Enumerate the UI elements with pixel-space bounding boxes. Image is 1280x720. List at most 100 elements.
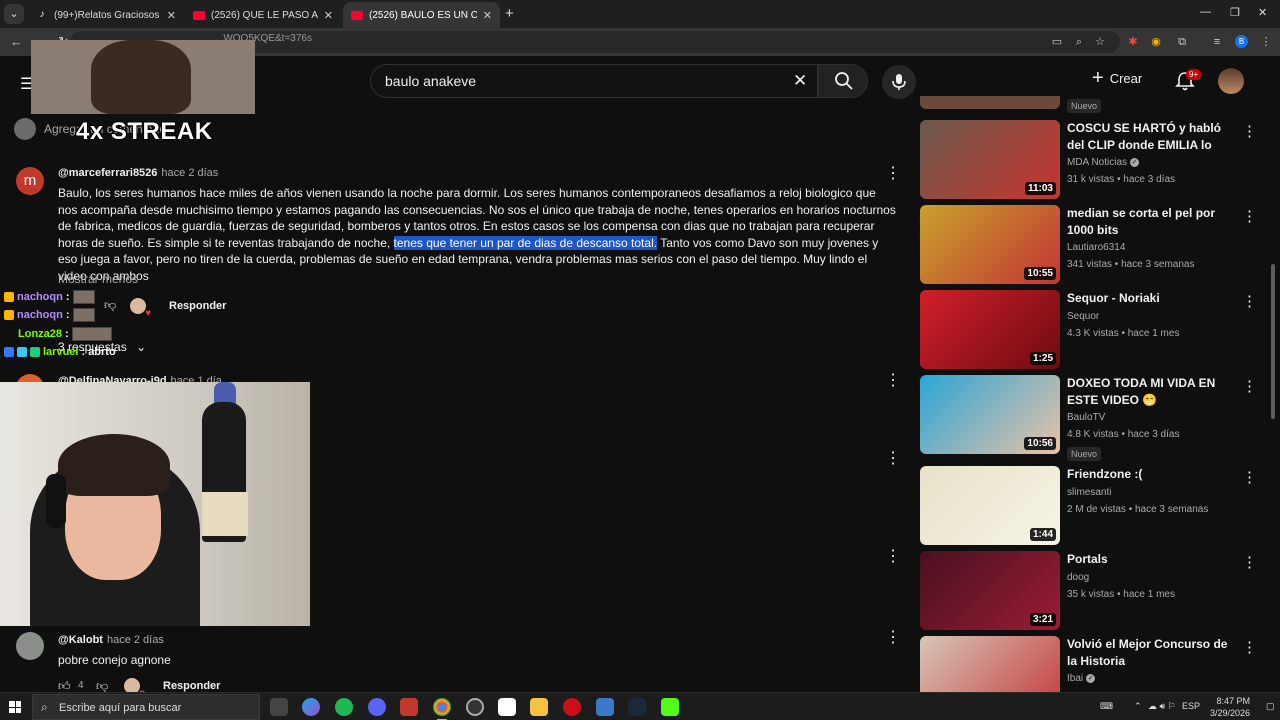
- tray-chevron-icon[interactable]: ⌃: [1134, 701, 1142, 712]
- comment-more-icon[interactable]: ⋮: [885, 166, 901, 184]
- channel-name[interactable]: Sequor: [1067, 311, 1099, 322]
- taskbar-clock[interactable]: 8:47 PM 3/29/2026: [1200, 695, 1250, 719]
- clear-search-icon[interactable]: ✕: [793, 71, 807, 91]
- chrome-icon[interactable]: [433, 698, 451, 720]
- copilot-icon[interactable]: [302, 698, 320, 716]
- close-tab-icon[interactable]: ✕: [483, 9, 492, 22]
- video-more-icon[interactable]: ⋮: [1242, 207, 1257, 225]
- keyboard-icon[interactable]: ⌨: [1100, 701, 1113, 712]
- create-button[interactable]: + Crear: [1092, 68, 1142, 88]
- like-icon[interactable]: 👍︎: [58, 679, 71, 692]
- file-explorer-icon[interactable]: [530, 698, 548, 716]
- recommended-video[interactable]: 1:44 Friendzone :(slimesanti 2 M de vistas…: [920, 466, 1265, 551]
- channel-name-row[interactable]: MDA Noticias ✓: [1067, 157, 1140, 168]
- video-title[interactable]: Portals: [1067, 551, 1237, 568]
- video-more-icon[interactable]: ⋮: [1242, 122, 1257, 140]
- cast-icon[interactable]: ▭: [1051, 36, 1063, 48]
- kick-icon[interactable]: [661, 698, 679, 716]
- recommended-video[interactable]: Volvió el Mejor Concurso de la Historia I…: [920, 636, 1265, 696]
- video-title[interactable]: Friendzone :(: [1067, 466, 1237, 483]
- reply-button[interactable]: Responder: [163, 680, 220, 692]
- video-more-icon[interactable]: ⋮: [1242, 468, 1257, 486]
- channel-name-row[interactable]: Ibai ✓: [1067, 673, 1096, 684]
- windows-start-icon[interactable]: [9, 701, 21, 713]
- channel-name[interactable]: BauloTV: [1067, 412, 1105, 423]
- search-input[interactable]: baulo anakeve: [385, 73, 476, 89]
- video-thumbnail[interactable]: 3:21: [920, 551, 1060, 630]
- recommended-video[interactable]: 1:25 Sequor - Noriaki Sequor 4.3 K vistas •…: [920, 290, 1265, 375]
- comment-time[interactable]: hace 2 días: [107, 634, 164, 646]
- close-tab-icon[interactable]: ✕: [167, 9, 176, 22]
- video-more-icon[interactable]: ⋮: [1242, 553, 1257, 571]
- video-thumbnail[interactable]: 1:44: [920, 466, 1060, 545]
- video-thumbnail[interactable]: [920, 636, 1060, 696]
- channel-name[interactable]: Ibai: [1067, 673, 1083, 684]
- close-tab-icon[interactable]: ✕: [324, 9, 333, 22]
- recommended-video[interactable]: 10:55 median se corta el pel por 1000 bit…: [920, 205, 1265, 290]
- back-arrow-icon[interactable]: ←: [10, 34, 23, 49]
- video-thumbnail[interactable]: [920, 96, 1060, 109]
- voice-search-button[interactable]: [882, 65, 916, 99]
- capcut-icon[interactable]: [498, 698, 516, 716]
- channel-name[interactable]: MDA Noticias: [1067, 157, 1127, 168]
- search-button[interactable]: [818, 64, 868, 98]
- language-indicator[interactable]: ESP: [1182, 701, 1200, 711]
- channel-name-row[interactable]: Lautiaro6314: [1067, 242, 1125, 253]
- comment-more-icon[interactable]: ⋮: [885, 373, 901, 391]
- minimize-icon[interactable]: —: [1200, 6, 1211, 18]
- search-box[interactable]: baulo anakeve ✕: [370, 64, 818, 98]
- app-icon[interactable]: [596, 698, 614, 716]
- commenter-avatar[interactable]: [16, 632, 44, 660]
- dislike-icon[interactable]: 👎︎: [96, 679, 108, 692]
- comment-more-icon[interactable]: ⋮: [885, 549, 901, 567]
- channel-name-row[interactable]: slimesanti: [1067, 487, 1111, 498]
- zoom-icon[interactable]: ⌕: [1073, 36, 1085, 48]
- video-thumbnail[interactable]: 10:56: [920, 375, 1060, 454]
- video-title[interactable]: DOXEO TODA MI VIDA EN ESTE VIDEO 😁: [1067, 375, 1237, 408]
- recommended-video[interactable]: 10:56 DOXEO TODA MI VIDA EN ESTE VIDEO 😁 B…: [920, 375, 1265, 461]
- steam-icon[interactable]: [628, 698, 646, 716]
- video-title[interactable]: Sequor - Noriaki: [1067, 290, 1237, 307]
- video-more-icon[interactable]: ⋮: [1242, 377, 1257, 395]
- video-thumbnail[interactable]: 10:55: [920, 205, 1060, 284]
- voice-app-icon[interactable]: [400, 698, 418, 716]
- spotify-icon[interactable]: [335, 698, 353, 716]
- comment-more-icon[interactable]: ⋮: [885, 630, 901, 648]
- restore-icon[interactable]: ❐: [1230, 6, 1240, 19]
- new-tab-button[interactable]: +: [505, 5, 514, 22]
- channel-name-row[interactable]: BauloTV: [1067, 412, 1105, 423]
- channel-name-row[interactable]: doog: [1067, 572, 1089, 583]
- notification-center-icon[interactable]: ▢: [1266, 701, 1275, 712]
- account-avatar[interactable]: [1218, 68, 1244, 94]
- tab-search-menu-button[interactable]: ⌄: [4, 4, 24, 24]
- extension-icon[interactable]: ◉: [1150, 36, 1162, 48]
- recommended-video[interactable]: 11:03 COSCU SE HARTÓ y habló del CLIP don…: [920, 120, 1265, 205]
- show-less-button[interactable]: Mostrar menos: [58, 272, 138, 286]
- taskbar-search[interactable]: ⌕ Escribe aquí para buscar: [32, 694, 260, 720]
- bookmark-star-icon[interactable]: ☆: [1094, 36, 1106, 48]
- comment-author[interactable]: @marceferrari8526 hace 2 días: [58, 167, 218, 179]
- profile-avatar-icon[interactable]: B: [1235, 35, 1248, 48]
- video-title[interactable]: Volvió el Mejor Concurso de la Historia: [1067, 636, 1237, 669]
- comment-time[interactable]: hace 2 días: [161, 167, 218, 179]
- opera-icon[interactable]: [563, 698, 581, 716]
- discord-icon[interactable]: [368, 698, 386, 716]
- extensions-puzzle-icon[interactable]: ⧉: [1176, 36, 1188, 48]
- video-title[interactable]: median se corta el pel por 1000 bits: [1067, 205, 1237, 238]
- comment-more-icon[interactable]: ⋮: [885, 451, 901, 469]
- task-view-icon[interactable]: [270, 698, 288, 716]
- video-title[interactable]: COSCU SE HARTÓ y habló del CLIP donde EM…: [1067, 120, 1237, 154]
- obs-icon[interactable]: [466, 698, 484, 716]
- channel-name[interactable]: Lautiaro6314: [1067, 242, 1125, 253]
- comment-handle[interactable]: @Kalobt: [58, 634, 103, 646]
- video-more-icon[interactable]: ⋮: [1242, 292, 1257, 310]
- browser-menu-icon[interactable]: ⋮: [1260, 36, 1272, 48]
- video-more-icon[interactable]: ⋮: [1242, 638, 1257, 656]
- channel-name[interactable]: doog: [1067, 572, 1089, 583]
- extension-icon[interactable]: ✱: [1127, 36, 1139, 48]
- browser-tab-3[interactable]: (2526) BAULO ES UN CONEJITO ✕: [343, 2, 500, 28]
- scrollbar-thumb[interactable]: [1271, 264, 1275, 419]
- comment-handle[interactable]: @marceferrari8526: [58, 167, 157, 179]
- tray-icons[interactable]: ☁ 🔊︎ ⚐: [1148, 701, 1176, 712]
- browser-tab-2[interactable]: (2526) QUE LE PASO A MATIAS ✕: [185, 2, 341, 28]
